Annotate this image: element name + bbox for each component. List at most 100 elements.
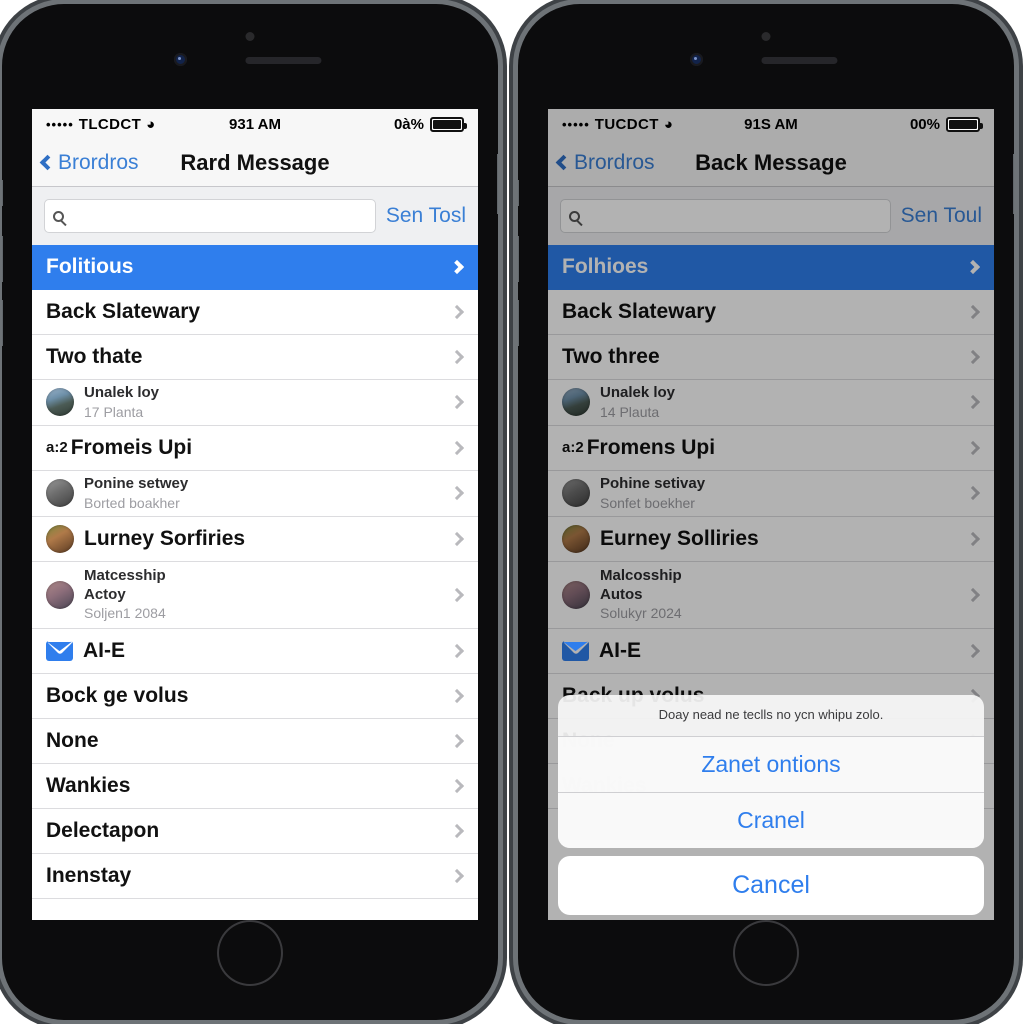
list-item-subtitle: 17 Planta: [84, 403, 144, 420]
home-button-left[interactable]: [217, 920, 283, 986]
list-item-label-second: Actoy: [84, 585, 126, 603]
volume-down-button-right[interactable]: [518, 300, 519, 346]
list-item-label: Pohine setivay: [600, 474, 706, 492]
battery-percent-label: 00%: [909, 115, 940, 133]
list-item-label: Delectapon: [46, 818, 160, 842]
list-item-label: AI-E: [599, 638, 641, 662]
list-item[interactable]: Back Slatewary: [548, 290, 994, 335]
volume-up-button-right[interactable]: [518, 236, 519, 282]
list-item[interactable]: AI-E: [548, 628, 994, 674]
avatar: [562, 580, 590, 609]
action-sheet: Doay nead ne teclls no ycn whipu zolo. Z…: [548, 695, 994, 920]
list-item[interactable]: Folitious: [32, 245, 478, 290]
nav-bar-right: Brordros Back Message: [548, 139, 994, 187]
list-item[interactable]: AI-E: [32, 628, 478, 674]
chevron-right-icon: [449, 395, 465, 410]
front-camera-icon: [690, 53, 703, 66]
list-item[interactable]: Wankies: [32, 763, 478, 809]
chevron-right-icon: [965, 486, 981, 501]
power-button-right[interactable]: [1013, 154, 1014, 214]
search-action-button-left[interactable]: Sen Tosl: [386, 204, 466, 228]
list-item-label: Wankies: [46, 773, 131, 797]
list-item-label: Lurney Sorfiries: [84, 526, 246, 550]
list-item-label: Folitious: [46, 255, 134, 278]
nav-bar-left: Brordros Rard Message: [32, 139, 478, 187]
chevron-right-icon: [449, 868, 465, 883]
list-item[interactable]: a:2 Fromens Upi: [548, 425, 994, 471]
search-bar-left: Sen Tosl: [32, 187, 478, 245]
list-item-label: Back Slatewary: [562, 300, 717, 323]
list-item-label: Matcesship: [84, 566, 166, 584]
search-field-right[interactable]: [560, 199, 891, 233]
list-item-subtitle: Sonfet boekher: [600, 494, 695, 511]
chevron-right-icon: [449, 587, 465, 602]
list-item-label: AI-E: [83, 638, 125, 662]
search-action-button-right[interactable]: Sen Toul: [901, 204, 982, 228]
list-item[interactable]: None: [32, 718, 478, 764]
list-item[interactable]: Back Slatewary: [32, 290, 478, 335]
earpiece-speaker-icon: [245, 57, 322, 64]
list-item-subtitle: Soljen1 2084: [84, 605, 166, 622]
power-button-left[interactable]: [497, 154, 498, 214]
chevron-right-icon: [449, 531, 465, 546]
battery-icon: [430, 116, 467, 132]
list-item[interactable]: Ponine setwey Borted boakher: [32, 470, 478, 517]
list-item[interactable]: Matcesship Actoy Soljen1 2084: [32, 561, 478, 629]
list-item-label: Ponine setwey: [84, 474, 189, 492]
ring-switch-right[interactable]: [518, 180, 519, 206]
avatar: [46, 524, 74, 553]
list-item[interactable]: Eurney Solliries: [548, 516, 994, 562]
screen-left: ••••• TLCDCT ◕ 931 AM 0à% Brordros Rard …: [32, 109, 478, 920]
search-bar-right: Sen Toul: [548, 187, 994, 245]
list-item-label: Unalek loy: [600, 384, 676, 401]
list-item[interactable]: Two thate: [32, 335, 478, 380]
list-item[interactable]: Lurney Sorfiries: [32, 516, 478, 562]
earpiece-speaker-icon: [761, 57, 838, 64]
settings-list-left: Folitious Back Slatewary Two thate Unale…: [32, 245, 478, 899]
list-item[interactable]: Bock ge volus: [32, 673, 478, 719]
chevron-right-icon: [965, 259, 981, 275]
list-item[interactable]: Unalek loy 14 Plauta: [548, 380, 994, 426]
back-button-right[interactable]: Brordros: [548, 151, 655, 175]
status-bar-right: ••••• TUCDCT ◕ 91S AM 00%: [548, 109, 994, 139]
list-item-label: Fromens Upi: [586, 435, 716, 459]
action-sheet-option-1[interactable]: Zanet ontions: [558, 737, 984, 793]
action-sheet-message: Doay nead ne teclls no ycn whipu zolo.: [558, 695, 984, 737]
chevron-right-icon: [965, 440, 981, 456]
action-sheet-option-2[interactable]: Cranel: [558, 793, 984, 848]
volume-down-button-left[interactable]: [2, 300, 3, 346]
volume-up-button-left[interactable]: [2, 236, 3, 282]
search-field-left[interactable]: [44, 199, 376, 233]
list-item[interactable]: Folhioes: [548, 245, 994, 290]
list-item[interactable]: Inenstay: [32, 853, 478, 899]
search-input-right[interactable]: [586, 207, 882, 225]
action-sheet-cancel-button[interactable]: Cancel: [558, 856, 984, 915]
ring-switch-left[interactable]: [2, 180, 3, 206]
search-icon: [53, 210, 64, 222]
front-camera-icon: [174, 53, 187, 66]
chevron-right-icon: [965, 304, 981, 320]
carrier-label: TLCDCT: [78, 115, 142, 133]
list-item[interactable]: Malcosship Autos Solukyr 2024: [548, 561, 994, 629]
mail-icon: [562, 640, 589, 661]
chevron-right-icon: [965, 395, 981, 410]
chevron-right-icon: [449, 486, 465, 501]
home-button-right[interactable]: [733, 920, 799, 986]
screenshot-stage: ••••• TLCDCT ◕ 931 AM 0à% Brordros Rard …: [0, 0, 1024, 1024]
list-item-label: Folhioes: [562, 255, 649, 278]
chevron-right-icon: [449, 304, 465, 320]
list-item-label: Two three: [562, 345, 660, 368]
list-item[interactable]: Two three: [548, 335, 994, 380]
carrier-label: TUCDCT: [594, 115, 659, 133]
status-bar-left: ••••• TLCDCT ◕ 931 AM 0à%: [32, 109, 478, 139]
list-item[interactable]: Unalek loy 17 Planta: [32, 380, 478, 426]
avatar: [46, 580, 74, 609]
list-item-label: Bock ge volus: [46, 683, 189, 707]
avatar: [562, 479, 590, 508]
back-button-left[interactable]: Brordros: [32, 151, 139, 175]
search-input-left[interactable]: [70, 207, 367, 225]
list-item[interactable]: Delectapon: [32, 808, 478, 854]
chevron-right-icon: [449, 440, 465, 456]
list-item[interactable]: a:2 Fromeis Upi: [32, 425, 478, 471]
list-item[interactable]: Pohine setivay Sonfet boekher: [548, 470, 994, 517]
